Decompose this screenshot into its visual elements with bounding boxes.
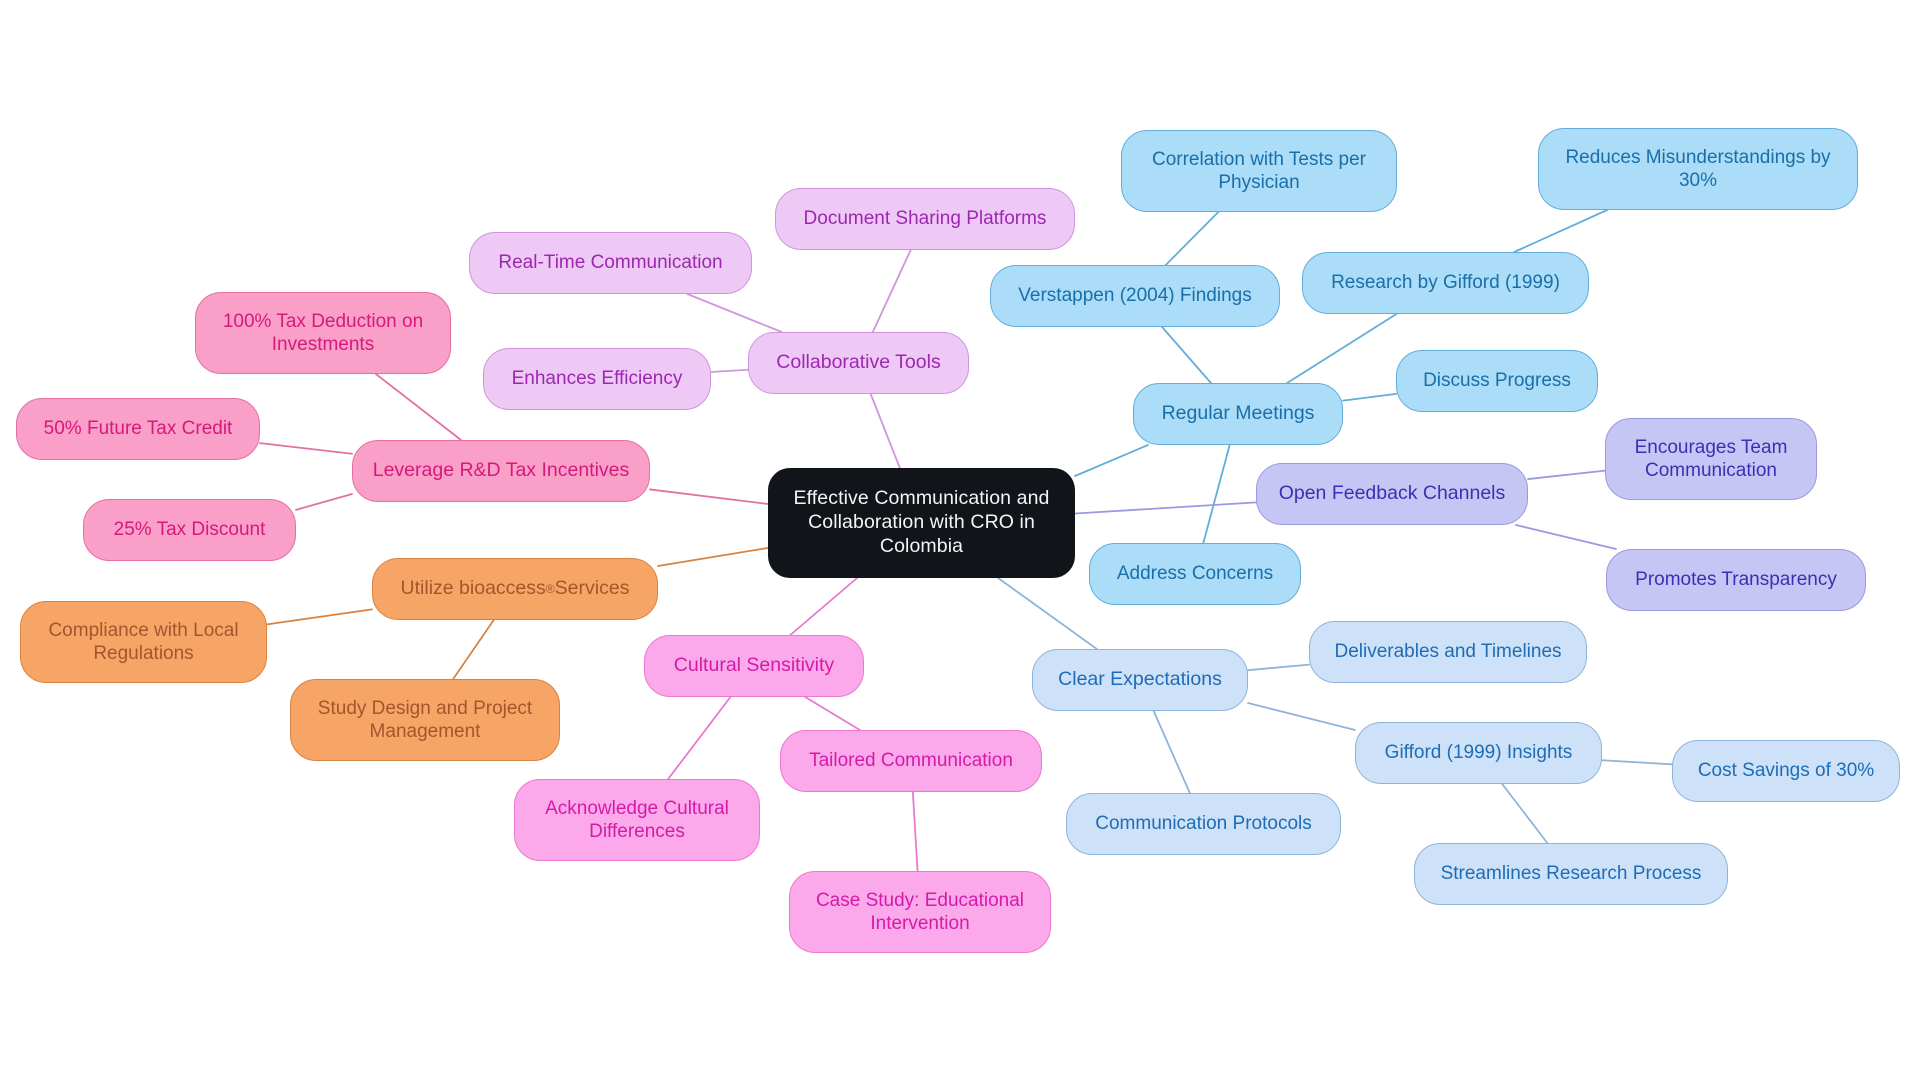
- mindmap-edge-b3c2-to-b3c2a: [1601, 759, 1673, 766]
- mindmap-node-25-tax-discount[interactable]: 25% Tax Discount: [83, 499, 296, 561]
- mindmap-edge-root-to-b3: [997, 577, 1098, 650]
- root-node-effective-communication-and-collaboration-with-c[interactable]: Effective Communication and Collaboratio…: [768, 468, 1075, 578]
- mindmap-edge-b1-to-b1c3: [1342, 392, 1397, 402]
- mindmap-edge-b7-to-b7c1: [871, 249, 912, 333]
- mindmap-node-tailored-communication[interactable]: Tailored Communication: [780, 730, 1042, 792]
- mindmap-node-address-concerns[interactable]: Address Concerns: [1089, 543, 1301, 605]
- mindmap-node-reduces-misunderstandings-by-30[interactable]: Reduces Misunderstandings by 30%: [1538, 128, 1858, 210]
- mindmap-edge-root-to-b4: [789, 577, 858, 636]
- mindmap-edge-b1c2-to-b1c2a: [1513, 209, 1609, 253]
- mindmap-node-research-by-gifford-1999[interactable]: Research by Gifford (1999): [1302, 252, 1589, 314]
- mindmap-node-real-time-communication[interactable]: Real-Time Communication: [469, 232, 752, 294]
- mindmap-edge-b1-to-b1c1: [1161, 326, 1212, 384]
- mindmap-edge-b5-to-b5c2: [452, 619, 495, 680]
- mindmap-node-cost-savings-of-30[interactable]: Cost Savings of 30%: [1672, 740, 1900, 802]
- mindmap-canvas: Effective Communication and Collaboratio…: [0, 0, 1920, 1083]
- mindmap-edge-b2-to-b2c2: [1515, 524, 1617, 550]
- mindmap-node-100-tax-deduction-on-investments[interactable]: 100% Tax Deduction on Investments: [195, 292, 451, 374]
- mindmap-node-document-sharing-platforms[interactable]: Document Sharing Platforms: [775, 188, 1075, 250]
- mindmap-edge-root-to-b5: [657, 547, 769, 567]
- mindmap-edge-b3c2-to-b3c2b: [1501, 783, 1549, 844]
- mindmap-node-leverage-r-d-tax-incentives[interactable]: Leverage R&D Tax Incentives: [352, 440, 650, 502]
- mindmap-node-clear-expectations[interactable]: Clear Expectations: [1032, 649, 1248, 711]
- mindmap-edge-b6-to-b6c1: [374, 373, 462, 441]
- mindmap-edge-b6-to-b6c2: [259, 442, 353, 455]
- mindmap-edge-b6-to-b6c3: [295, 493, 353, 511]
- mindmap-node-collaborative-tools[interactable]: Collaborative Tools: [748, 332, 969, 394]
- mindmap-edge-b3-to-b3c2: [1247, 702, 1356, 731]
- mindmap-node-compliance-with-local-regulations[interactable]: Compliance with Local Regulations: [20, 601, 267, 683]
- mindmap-edge-b1-to-b1c4: [1202, 444, 1231, 544]
- mindmap-node-acknowledge-cultural-differences[interactable]: Acknowledge Cultural Differences: [514, 779, 760, 861]
- mindmap-node-gifford-1999-insights[interactable]: Gifford (1999) Insights: [1355, 722, 1602, 784]
- mindmap-node-deliverables-and-timelines[interactable]: Deliverables and Timelines: [1309, 621, 1587, 683]
- mindmap-node-utilize-bioaccess-services[interactable]: Utilize bioaccess ® Services: [372, 558, 658, 620]
- mindmap-node-50-future-tax-credit[interactable]: 50% Future Tax Credit: [16, 398, 260, 460]
- mindmap-node-case-study-educational-intervention[interactable]: Case Study: Educational Intervention: [789, 871, 1051, 953]
- mindmap-edge-root-to-b7: [869, 393, 901, 469]
- mindmap-node-communication-protocols[interactable]: Communication Protocols: [1066, 793, 1341, 855]
- mindmap-edge-b4-to-b4c2: [804, 696, 861, 731]
- mindmap-node-regular-meetings[interactable]: Regular Meetings: [1133, 383, 1343, 445]
- mindmap-node-enhances-efficiency[interactable]: Enhances Efficiency: [483, 348, 711, 410]
- mindmap-node-study-design-and-project-management[interactable]: Study Design and Project Management: [290, 679, 560, 761]
- mindmap-edge-b3-to-b3c3: [1152, 710, 1191, 794]
- mindmap-edge-b4c2-to-b4c2a: [911, 791, 919, 872]
- mindmap-node-encourages-team-communication[interactable]: Encourages Team Communication: [1605, 418, 1817, 500]
- mindmap-edge-root-to-b1: [1074, 444, 1149, 477]
- mindmap-node-open-feedback-channels[interactable]: Open Feedback Channels: [1256, 463, 1528, 525]
- mindmap-edge-b3-to-b3c1: [1247, 663, 1310, 672]
- mindmap-edge-b7-to-b7c2: [686, 293, 783, 333]
- mindmap-node-discuss-progress[interactable]: Discuss Progress: [1396, 350, 1598, 412]
- mindmap-node-verstappen-2004-findings[interactable]: Verstappen (2004) Findings: [990, 265, 1280, 327]
- mindmap-edge-b5-to-b5c1: [266, 608, 373, 626]
- mindmap-node-correlation-with-tests-per-physician[interactable]: Correlation with Tests per Physician: [1121, 130, 1397, 212]
- mindmap-edge-b1-to-b1c2: [1286, 313, 1398, 384]
- mindmap-edge-b2-to-b2c1: [1527, 469, 1606, 480]
- mindmap-edge-b1c1-to-b1c1a: [1164, 211, 1220, 266]
- mindmap-edge-b7-to-b7c3: [710, 368, 749, 373]
- mindmap-node-streamlines-research-process[interactable]: Streamlines Research Process: [1414, 843, 1728, 905]
- mindmap-node-promotes-transparency[interactable]: Promotes Transparency: [1606, 549, 1866, 611]
- mindmap-edge-b4-to-b4c1: [667, 696, 732, 780]
- mindmap-edge-root-to-b6: [649, 488, 769, 505]
- mindmap-node-cultural-sensitivity[interactable]: Cultural Sensitivity: [644, 635, 864, 697]
- mindmap-edge-root-to-b2: [1074, 501, 1257, 515]
